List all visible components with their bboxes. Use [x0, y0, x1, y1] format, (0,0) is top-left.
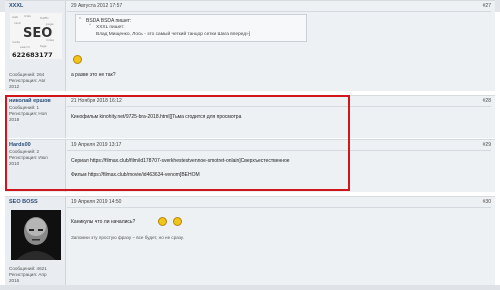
post-number[interactable]: #29 — [483, 142, 491, 148]
user-panel: XXXL web links traffic rank page meta index s… — [5, 1, 66, 91]
smiley-icon — [73, 55, 82, 64]
svg-text:tags: tags — [40, 44, 47, 48]
smiley-icon — [173, 217, 182, 226]
username[interactable]: SEO BOSS — [9, 199, 38, 205]
divider — [67, 207, 491, 208]
highlight-box — [5, 95, 350, 191]
post-number[interactable]: #27 — [483, 3, 491, 9]
user-panel: SEO BOSS Сообщений: 4621 Регистрация: Ап… — [5, 197, 66, 286]
divider — [67, 11, 491, 12]
bald-man-avatar-image — [11, 210, 61, 260]
seo-avatar-image: web links traffic rank page meta index search… — [10, 13, 62, 59]
svg-text:traffic: traffic — [40, 16, 49, 20]
post-30: SEO BOSS Сообщений: 4621 Регистрация: Ап… — [5, 196, 495, 286]
user-reg-year: 2012 — [9, 84, 20, 89]
post-date: 29 Августа 2012 17:57 — [71, 3, 123, 9]
post-number[interactable]: #30 — [483, 199, 491, 205]
post-message-line-2: Запомни эту простую фразу – все будет, н… — [71, 235, 184, 240]
avatar-number: 622683177 — [12, 51, 53, 59]
quote-mark-icon: “ — [79, 17, 82, 24]
bottom-bar — [0, 285, 500, 290]
post-message: а разве это не так? — [71, 72, 116, 78]
quote-block: “ BSDA BSDA пишет: “ XXXL пишет: Влад Ми… — [75, 14, 307, 42]
post-number[interactable]: #28 — [483, 98, 491, 104]
inner-quote-text: Влад Мищенко, Лось - это самый четкий та… — [96, 32, 251, 37]
svg-text:search: search — [20, 45, 30, 49]
avatar-seo-text: SEO — [23, 26, 52, 41]
smiley-icon — [158, 217, 167, 226]
quote-header: BSDA BSDA пишет: — [86, 18, 132, 24]
post-27: XXXL web links traffic rank page meta index s… — [5, 0, 495, 91]
user-reg-year: 2016 — [9, 278, 20, 283]
svg-text:rank: rank — [14, 21, 21, 25]
inner-quote-mark-icon: “ — [89, 24, 91, 30]
svg-text:meta: meta — [12, 40, 20, 44]
post-message-line-1: Каникулы что ли начались? — [71, 219, 136, 225]
svg-text:links: links — [24, 14, 31, 18]
inner-quote-author: XXXL пишет: — [96, 25, 125, 30]
username[interactable]: XXXL — [9, 3, 23, 9]
post-date: 19 Апреля 2019 14:50 — [71, 199, 122, 205]
svg-text:web: web — [12, 15, 18, 19]
